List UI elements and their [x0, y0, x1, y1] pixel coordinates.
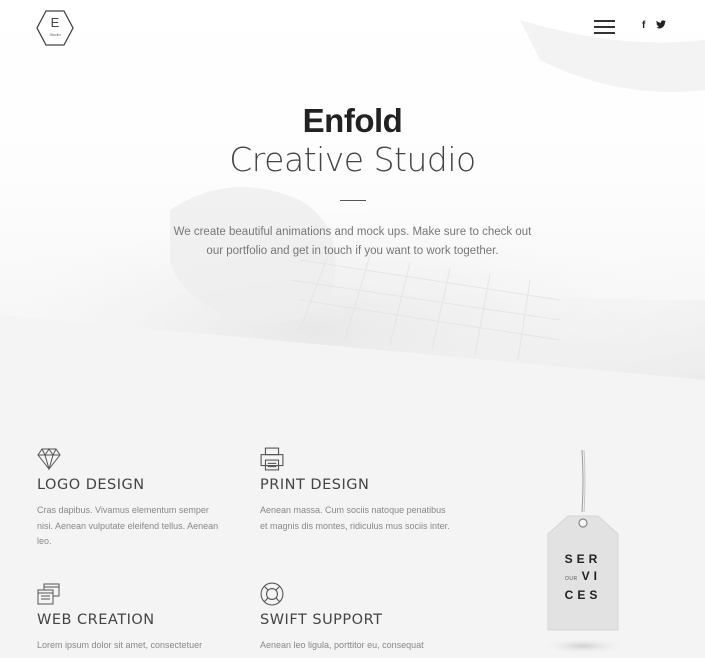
feature-text: Cras dapibus. Vivamus elementum semper n… [37, 505, 219, 546]
hamburger-icon[interactable] [594, 20, 615, 34]
hero-divider [340, 200, 366, 201]
feature-title: SWIFT SUPPORT [260, 612, 383, 628]
diamond-icon [37, 448, 61, 471]
hero-title: Enfold [302, 102, 403, 139]
hero-subtitle: Creative Studio [229, 140, 476, 179]
twitter-icon[interactable] [656, 20, 666, 32]
feature-title: PRINT DESIGN [260, 477, 370, 493]
feature-text: Aenean leo ligula, porttitor eu, consequ… [260, 640, 424, 650]
browser-windows-icon [37, 583, 60, 605]
tag-line-2-main: VI [581, 569, 601, 583]
feature-title: WEB CREATION [37, 612, 155, 628]
tag-line-2: OUR VI [552, 569, 614, 583]
feature-text: Lorem ipsum dolor sit amet, consectetuer [37, 640, 203, 650]
logo-letter: E [50, 15, 60, 30]
tag-small-text: OUR [565, 576, 578, 582]
facebook-icon[interactable]: f [642, 20, 645, 31]
services-tag: SER OUR VI CES [538, 450, 628, 658]
hero-background-photo [0, 20, 705, 390]
site-logo[interactable]: E Studio [36, 10, 74, 46]
hero-section: E Studio f Enfold Creative Studio We cre… [0, 0, 705, 390]
feature-text: Aenean massa. Cum sociis natoque penatib… [260, 505, 450, 531]
feature-title: LOGO DESIGN [37, 477, 145, 493]
logo-subtext: Studio [49, 32, 61, 37]
tag-line-3: CES [564, 588, 602, 602]
hero-description: We create beautiful animations and mock … [173, 226, 532, 257]
printer-icon [260, 447, 284, 471]
tag-line-1: SER [564, 552, 602, 566]
lifebuoy-icon [260, 582, 284, 606]
